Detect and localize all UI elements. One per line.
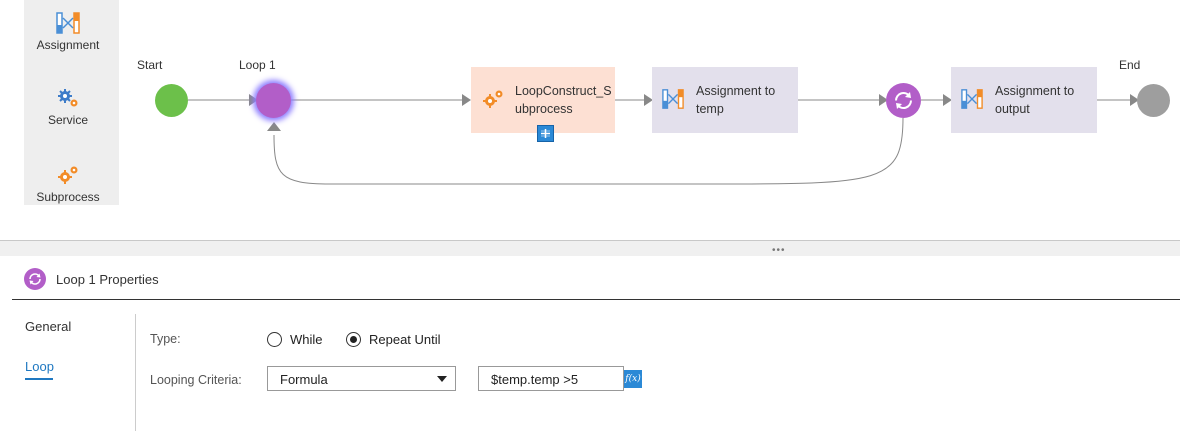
tab-loop[interactable]: Loop [25,359,54,374]
active-tab-indicator [25,378,53,380]
subprocess-icon [483,90,503,108]
step-label-line2: ubprocess [515,102,573,116]
plus-icon [541,129,550,138]
step-label-line1: LoopConstruct_S [515,84,612,98]
divider [12,299,1180,300]
end-node[interactable] [1137,84,1170,117]
radio-repeat-until[interactable] [346,332,361,347]
formula-value: $temp.temp >5 [491,372,579,387]
looping-criteria-select[interactable]: Formula [267,366,456,391]
divider [135,314,136,431]
splitter-handle-icon[interactable]: ••• [772,245,786,256]
step-label-line1: Assignment to [696,84,776,98]
assignment-icon [662,89,684,109]
radio-while[interactable] [267,332,282,347]
loop-node[interactable] [256,83,291,118]
step-loopconstruct-subprocess[interactable]: LoopConstruct_S ubprocess [471,67,615,133]
start-node[interactable] [155,84,188,117]
chevron-down-icon [437,376,447,382]
step-label-line1: Assignment to [995,84,1075,98]
loop-refresh-icon [24,268,46,290]
radio-repeat-until-label[interactable]: Repeat Until [369,332,441,347]
formula-input[interactable]: $temp.temp >5 [478,366,624,391]
end-label: End [1119,58,1141,72]
radio-while-label[interactable]: While [290,332,323,347]
looping-criteria-label: Looping Criteria: [150,373,242,387]
step-label-line2: output [995,102,1030,116]
loop-refresh-icon [895,92,912,109]
loop-label: Loop 1 [239,58,276,72]
formula-editor-button[interactable]: f(x) [624,370,642,388]
step-assignment-to-output[interactable]: Assignment to output [951,67,1097,133]
properties-title: Loop 1 Properties [56,272,159,287]
assignment-icon [961,89,983,109]
start-label: Start [137,58,163,72]
step-label-line2: temp [696,102,724,116]
process-canvas[interactable]: Assignment Service Subprocess Start Loop… [0,0,1180,241]
tab-general[interactable]: General [25,319,71,334]
step-assignment-to-temp[interactable]: Assignment to temp [652,67,798,133]
add-step-button[interactable] [537,125,554,142]
type-label: Type: [150,332,181,346]
looping-criteria-value: Formula [280,372,328,387]
panel-splitter[interactable] [0,241,1180,256]
loop-end-node[interactable] [886,83,921,118]
